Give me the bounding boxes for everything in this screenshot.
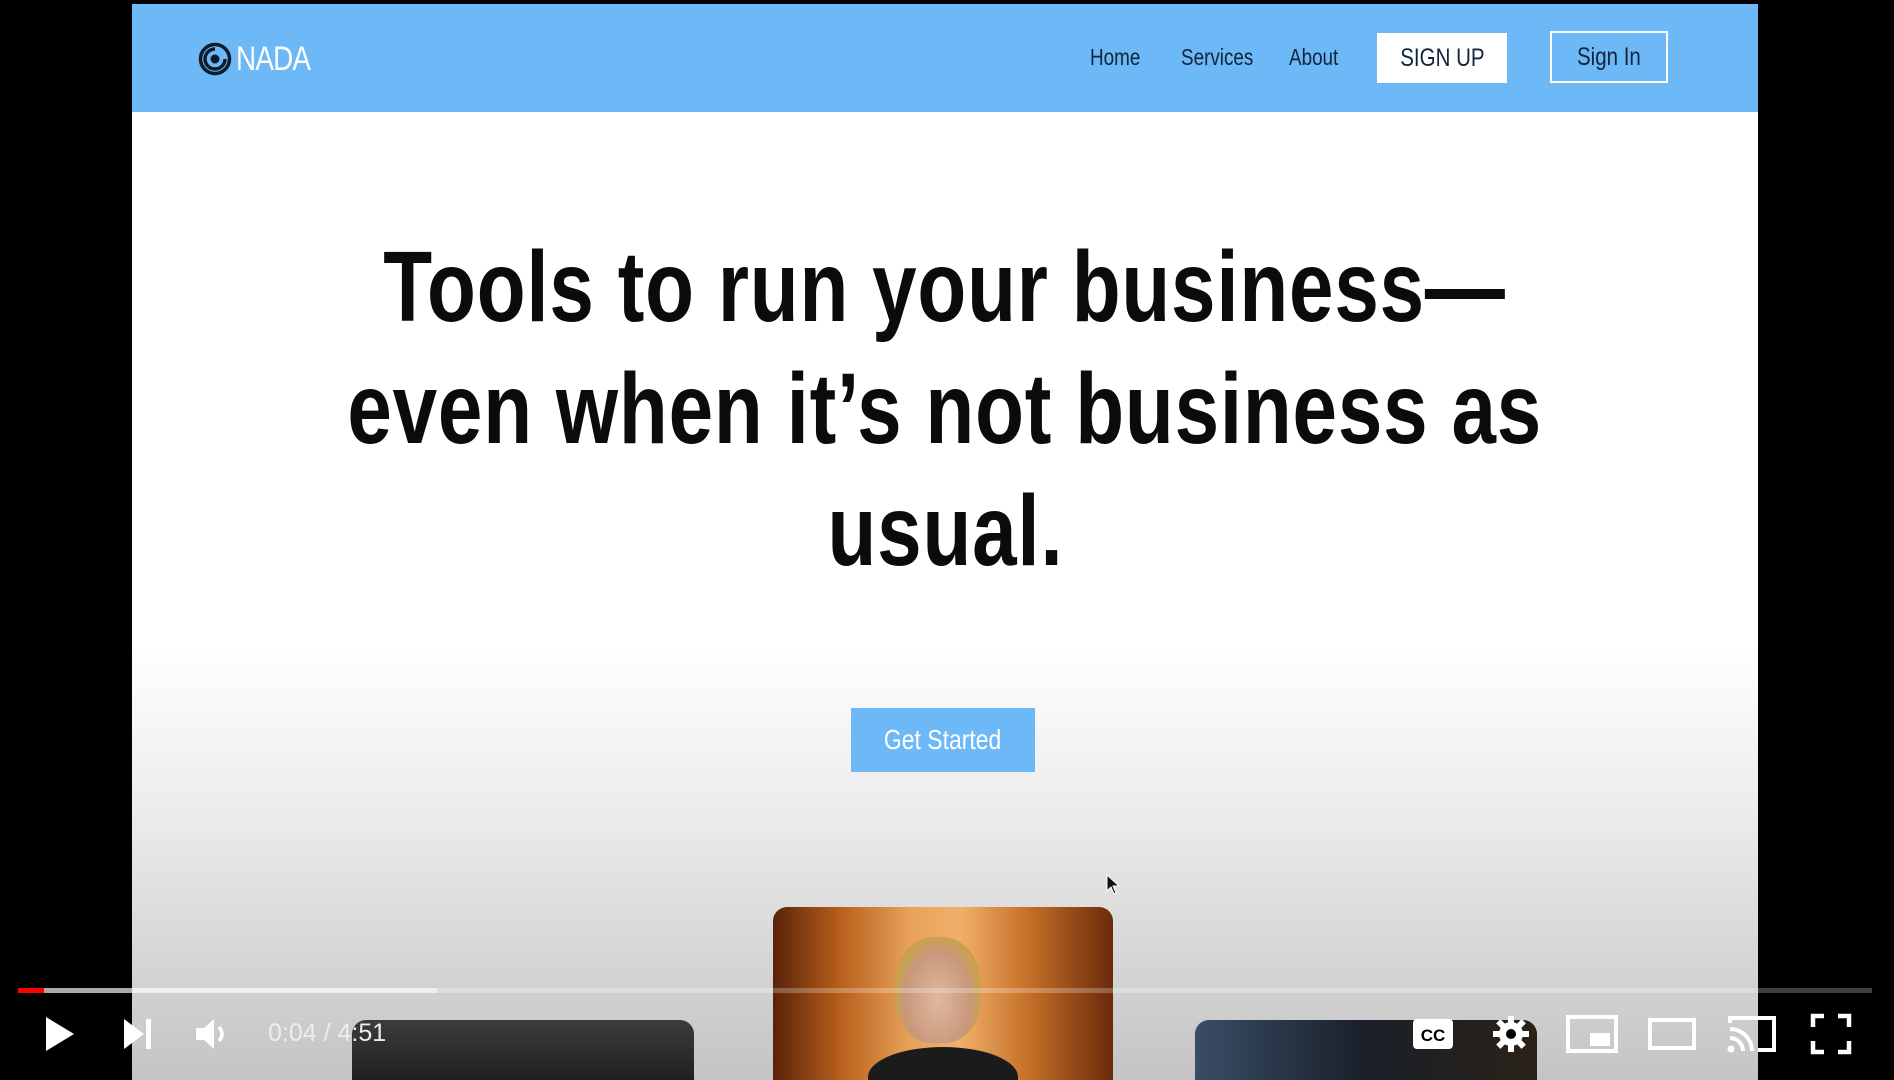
theater-icon[interactable] xyxy=(1648,1016,1696,1052)
time-display: 0:04 / 4:51 xyxy=(268,1019,386,1048)
brand-name: NADA xyxy=(236,39,311,78)
play-icon[interactable] xyxy=(40,1013,78,1055)
nav-about-link[interactable]: About xyxy=(1289,44,1338,71)
progress-buffered xyxy=(18,988,437,993)
hero-text-1: Tools to run your business— xyxy=(383,231,1507,343)
get-started-button[interactable]: Get Started xyxy=(851,708,1035,772)
hero-headline-line-2: even when it’s not business as xyxy=(132,354,1758,464)
signin-button[interactable]: Sign In xyxy=(1550,31,1668,83)
hero-headline-line-1: Tools to run your business— xyxy=(132,232,1758,342)
settings-icon[interactable] xyxy=(1490,1013,1532,1055)
signup-label: SIGN UP xyxy=(1399,43,1485,72)
hero-text-2: even when it’s not business as xyxy=(347,353,1543,465)
hero-headline-line-3: usual. xyxy=(132,476,1758,586)
brand-logo[interactable]: NADA xyxy=(198,39,326,79)
signin-label: Sign In xyxy=(1577,42,1641,71)
get-started-label: Get Started xyxy=(884,724,1002,755)
cafe-thumbnail xyxy=(352,1020,694,1080)
svg-text:CC: CC xyxy=(1421,1026,1446,1045)
mouse-cursor-icon xyxy=(1106,874,1121,895)
nav-services-link[interactable]: Services xyxy=(1181,44,1253,71)
nav-home-link[interactable]: Home xyxy=(1090,44,1140,71)
video-frame[interactable]: NADA Home Services About SIGN UP Sign In… xyxy=(132,4,1758,1080)
storefront-thumbnail xyxy=(1195,1020,1537,1080)
time-current: 0:04 xyxy=(268,1019,317,1047)
logo-icon xyxy=(198,42,232,76)
time-total: 4:51 xyxy=(337,1019,387,1047)
time-separator: / xyxy=(316,1019,338,1047)
woman-portrait-thumbnail xyxy=(773,907,1113,1080)
hero-text-3: usual. xyxy=(827,475,1063,587)
cc-icon[interactable]: CC xyxy=(1412,1016,1454,1052)
site-header: NADA Home Services About SIGN UP Sign In xyxy=(132,4,1758,112)
cast-icon[interactable] xyxy=(1726,1013,1778,1055)
signup-button[interactable]: SIGN UP xyxy=(1377,33,1507,83)
volume-icon[interactable] xyxy=(193,1014,233,1054)
next-icon[interactable] xyxy=(122,1016,154,1052)
progress-bar[interactable] xyxy=(18,988,1872,993)
portrait-body xyxy=(868,1047,1018,1080)
fullscreen-icon[interactable] xyxy=(1810,1013,1852,1055)
miniplayer-icon[interactable] xyxy=(1566,1014,1618,1054)
progress-played xyxy=(18,988,44,993)
